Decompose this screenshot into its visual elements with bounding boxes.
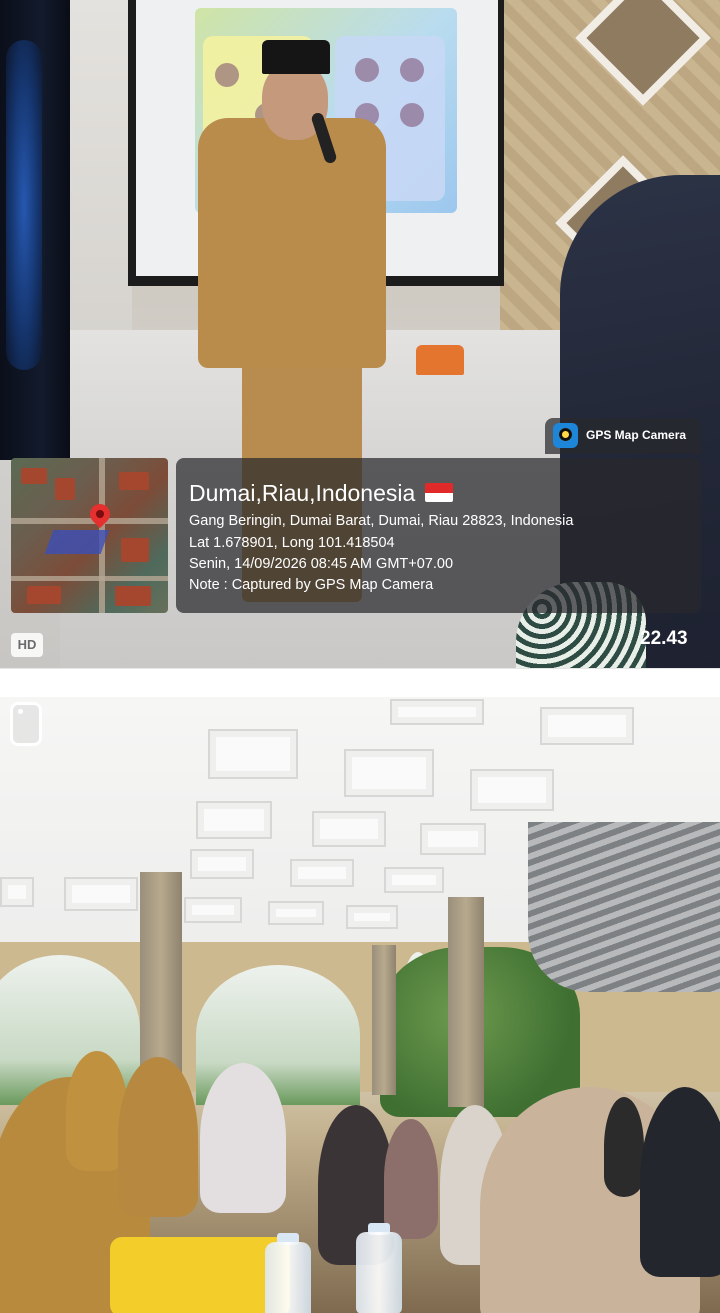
map-highlight-area (44, 530, 110, 554)
ceiling-coffer (420, 823, 486, 855)
map-road (11, 576, 168, 581)
ceiling-coffer (346, 905, 398, 929)
datetime-text: Senin, 14/09/2026 08:45 AM GMT+07.00 (189, 556, 454, 572)
health-worker (118, 1057, 198, 1217)
slide-illustration (215, 63, 239, 87)
photo-seminar[interactable]: GPS Map Camera Dumai,Riau,Indonesia Gang… (0, 0, 720, 668)
time-label: 22.43 (640, 628, 688, 649)
map-building (121, 538, 149, 562)
ceiling-coffer (470, 769, 554, 811)
coordinates-text: Lat 1.678901, Long 101.418504 (189, 535, 395, 551)
photo-health-screening[interactable] (0, 697, 720, 1313)
speaker-light (6, 40, 42, 370)
map-building (115, 586, 151, 606)
address-text: Gang Beringin, Dumai Barat, Dumai, Riau … (189, 513, 574, 529)
ceiling-coffer (208, 729, 298, 779)
location-map-thumbnail[interactable] (11, 458, 168, 613)
attendee (604, 1097, 644, 1197)
attendee (384, 1119, 438, 1239)
yellow-bag (110, 1237, 290, 1313)
ceiling-coffer (540, 707, 634, 745)
map-building (27, 586, 61, 604)
map-building (21, 468, 47, 484)
loudspeaker (0, 0, 70, 460)
ceiling-coffer (196, 801, 272, 839)
slide-illustration (400, 58, 424, 82)
lattice-window (575, 0, 711, 106)
location-title-text: Dumai,Riau,Indonesia (189, 480, 416, 506)
gps-camera-app-icon (553, 423, 578, 448)
ceiling-coffer (268, 901, 324, 925)
ceiling-coffer (0, 877, 34, 907)
ceiling-coffer (64, 877, 138, 911)
peci-cap (262, 40, 330, 74)
ceiling-coffer (190, 849, 254, 879)
ceiling-coffer (344, 749, 434, 797)
ceiling-coffer (390, 699, 484, 725)
indonesia-flag-icon (425, 483, 454, 503)
live-photo-icon[interactable] (10, 702, 42, 746)
broom (416, 345, 464, 375)
metal-canopy (528, 822, 720, 992)
photo-separator (0, 668, 720, 698)
water-bottle (356, 1232, 402, 1313)
map-building (55, 478, 75, 500)
ceiling-coffer (312, 811, 386, 847)
attendee (640, 1087, 720, 1277)
ceiling-coffer (184, 897, 242, 923)
hd-badge[interactable]: HD (11, 633, 43, 657)
ceiling-coffer (290, 859, 354, 887)
map-building (119, 472, 149, 490)
ceiling-coffer (384, 867, 444, 893)
speaker-person-body (198, 118, 386, 368)
location-title: Dumai,Riau,Indonesia (189, 480, 454, 507)
gps-app-name: GPS Map Camera (586, 428, 687, 442)
note-text: Note : Captured by GPS Map Camera (189, 577, 434, 593)
attendee (200, 1063, 286, 1213)
water-bottle (265, 1242, 311, 1313)
slide-illustration (355, 58, 379, 82)
slide-illustration (400, 103, 424, 127)
map-road (11, 518, 168, 524)
